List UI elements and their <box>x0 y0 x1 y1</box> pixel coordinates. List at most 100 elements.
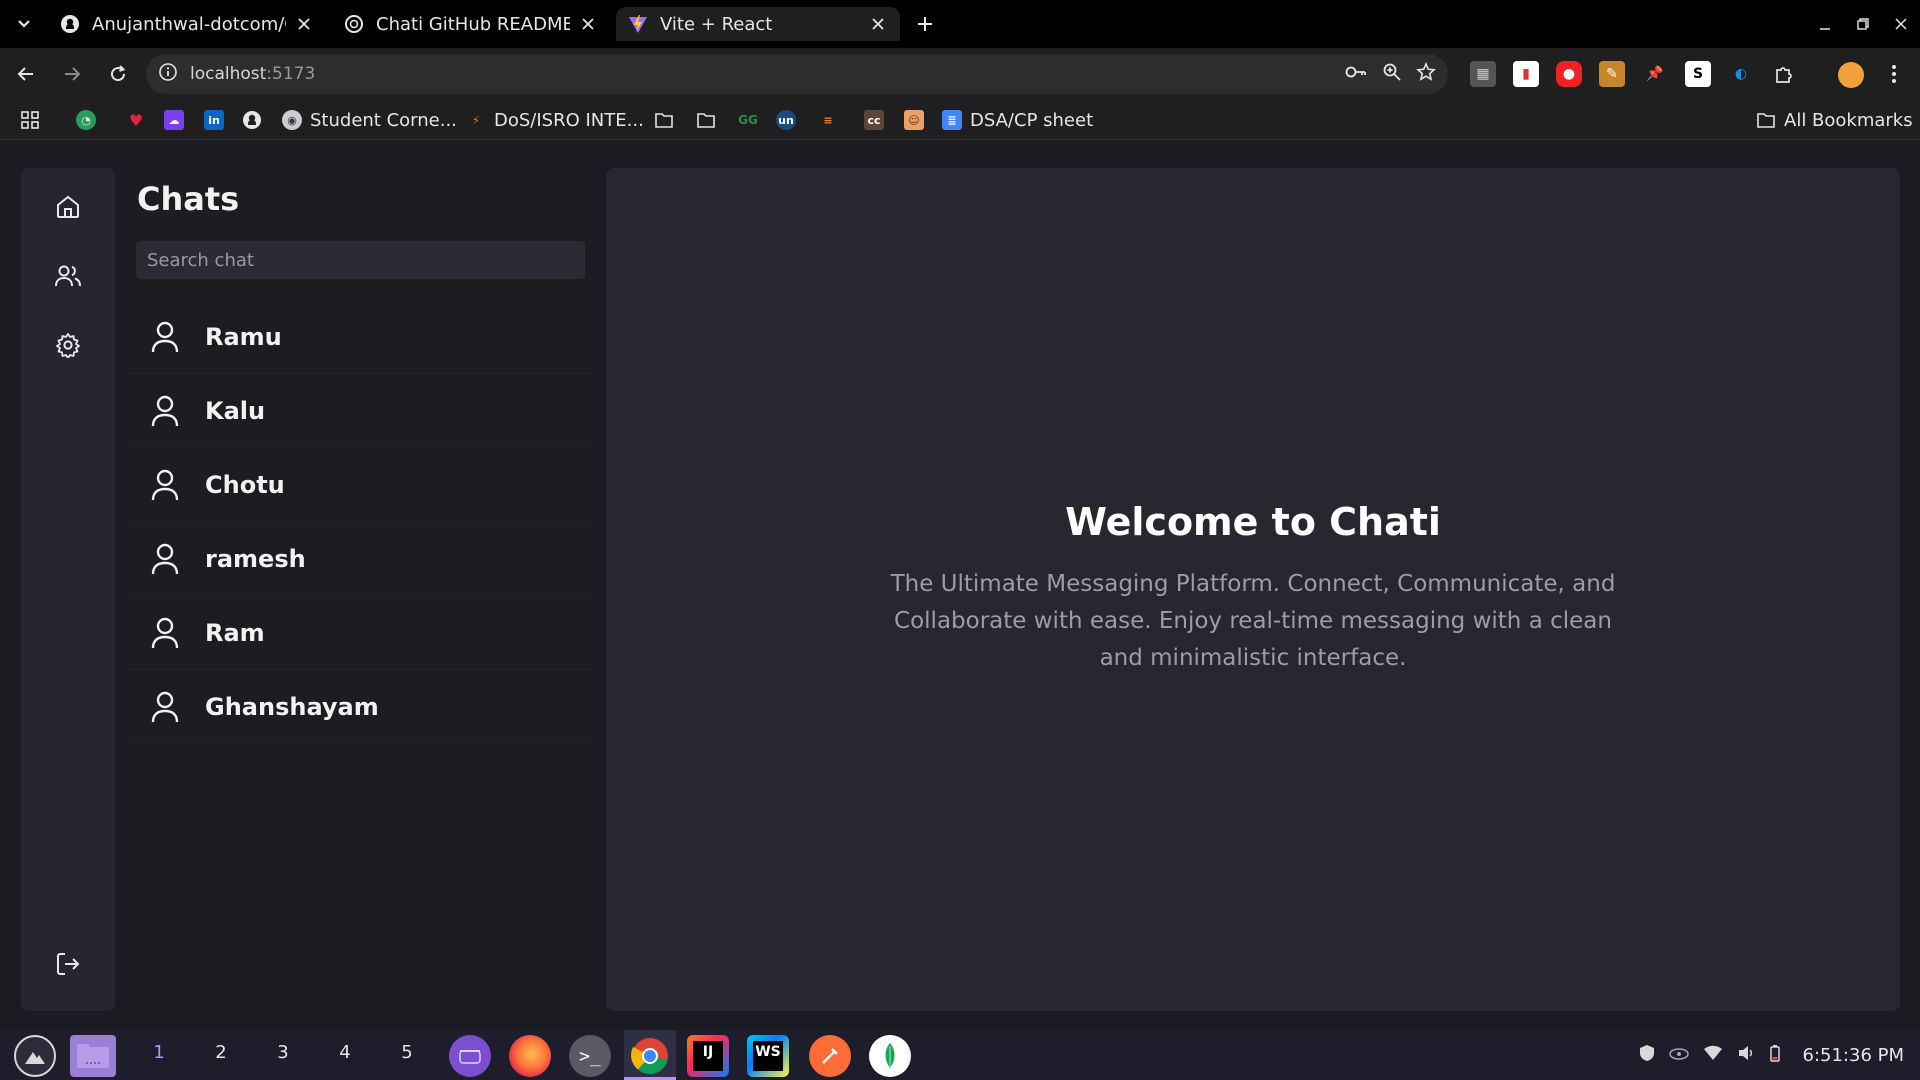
geeksforgeeks-icon[interactable]: GG <box>738 108 766 132</box>
folder-icon[interactable] <box>696 108 716 132</box>
extension-icon[interactable]: ◐ <box>1728 61 1754 87</box>
app-icon[interactable] <box>449 1035 491 1077</box>
wifi-icon[interactable] <box>1703 1045 1723 1065</box>
mongodb-compass-icon[interactable] <box>869 1035 911 1077</box>
forward-icon[interactable] <box>52 54 92 94</box>
welcome-subtitle: The Ultimate Messaging Platform. Connect… <box>890 571 1616 671</box>
logout-icon[interactable] <box>46 942 90 986</box>
postman-icon[interactable] <box>809 1035 851 1077</box>
site-info-icon[interactable] <box>158 62 178 86</box>
profile-avatar[interactable] <box>1838 62 1864 88</box>
extension-icon[interactable]: ✎ <box>1599 61 1625 87</box>
close-icon[interactable] <box>578 14 598 34</box>
more-menu-icon[interactable] <box>1882 60 1906 88</box>
all-bookmarks-label: All Bookmarks <box>1784 109 1913 131</box>
files-icon[interactable] <box>70 1035 116 1077</box>
password-key-icon[interactable] <box>1344 62 1368 86</box>
doc-icon: ≣ <box>942 110 962 130</box>
pin-icon[interactable]: 📌 <box>1642 61 1668 87</box>
zoom-icon[interactable] <box>1382 62 1402 86</box>
vite-icon <box>628 14 648 34</box>
network-adapter-icon[interactable] <box>1668 1046 1689 1065</box>
puzzle-icon[interactable] <box>1771 61 1797 87</box>
bookmark-icon[interactable]: ◔ <box>76 108 104 132</box>
stackoverflow-icon[interactable]: ≡ <box>818 108 846 132</box>
extension-icon[interactable]: ● <box>1556 61 1582 87</box>
github-icon[interactable] <box>242 108 262 132</box>
url-text: localhost:5173 <box>190 64 315 84</box>
chat-list-item[interactable]: Kalu <box>125 374 595 448</box>
new-tab-button[interactable] <box>912 11 938 37</box>
workspace-1[interactable]: 1 <box>149 1042 169 1063</box>
reload-icon[interactable] <box>98 54 138 94</box>
settings-icon[interactable] <box>46 323 90 367</box>
user-icon <box>147 317 183 357</box>
user-icon <box>147 539 183 579</box>
shield-icon[interactable] <box>1639 1044 1655 1066</box>
extension-icon[interactable]: ▦ <box>1470 61 1496 87</box>
chats-title: Chats <box>137 180 240 218</box>
user-icon <box>147 687 183 727</box>
bookmark-icon[interactable]: ♥ <box>126 108 154 132</box>
bookmark-icon[interactable]: ☁ <box>164 108 192 132</box>
folder-icon[interactable] <box>654 108 674 132</box>
apps-grid-icon[interactable] <box>20 108 40 132</box>
chat-list-item[interactable]: Ramu <box>125 300 595 374</box>
webstorm-icon[interactable]: WS <box>747 1035 789 1077</box>
workspace-2[interactable]: 2 <box>211 1042 231 1063</box>
workspace-3[interactable]: 3 <box>273 1042 293 1063</box>
chatgpt-icon <box>344 14 364 34</box>
minimize-icon[interactable] <box>1806 0 1844 48</box>
user-icon <box>147 391 183 431</box>
restore-icon[interactable] <box>1844 0 1882 48</box>
tab-vite-react[interactable]: Vite + React <box>616 7 900 41</box>
chrome-icon[interactable] <box>629 1035 671 1077</box>
extension-icon[interactable]: S <box>1685 61 1711 87</box>
launcher-icon[interactable] <box>14 1035 56 1077</box>
close-window-icon[interactable] <box>1882 0 1920 48</box>
workspace-5[interactable]: 5 <box>397 1042 417 1063</box>
bookmark-icon[interactable]: ☺ <box>904 108 932 132</box>
close-icon[interactable] <box>294 14 314 34</box>
clock[interactable]: 6:51:36 PM <box>1803 1045 1905 1066</box>
chat-list-item[interactable]: Ghanshayam <box>125 670 595 744</box>
terminal-icon[interactable]: >_ <box>569 1035 611 1077</box>
chat-name: ramesh <box>205 544 306 573</box>
welcome-panel: Welcome to Chati The Ultimate Messaging … <box>606 168 1900 1011</box>
bookmark-label: DoS/ISRO INTE... <box>494 109 644 131</box>
welcome-title: Welcome to Chati <box>1065 500 1441 544</box>
chat-list: Ramu Kalu Chotu ramesh Ram Ghanshayam <box>125 300 595 744</box>
globe-icon: ◉ <box>282 110 302 130</box>
search-chat-input[interactable] <box>136 241 585 279</box>
address-bar[interactable]: localhost:5173 <box>146 54 1448 94</box>
chat-list-item[interactable]: Ram <box>125 596 595 670</box>
linkedin-icon[interactable]: in <box>204 108 232 132</box>
close-icon[interactable] <box>868 14 888 34</box>
back-icon[interactable] <box>6 54 46 94</box>
users-icon[interactable] <box>46 254 90 298</box>
codechef-icon[interactable]: cc <box>864 108 892 132</box>
browser-tab-strip: Anujanthwal-dotcom/Ch Chati GitHub READM… <box>0 0 1920 48</box>
intellij-icon[interactable]: IJ <box>687 1035 729 1077</box>
bookmark-student-corner[interactable]: ◉ Student Corne... <box>282 108 457 132</box>
tab-github[interactable]: Anujanthwal-dotcom/Ch <box>48 7 326 41</box>
battery-icon[interactable] <box>1769 1044 1781 1066</box>
workspace-4[interactable]: 4 <box>335 1042 355 1063</box>
bookmark-isro[interactable]: ⚡ DoS/ISRO INTE... <box>466 108 644 132</box>
unstop-icon[interactable]: un <box>776 108 804 132</box>
chat-name: Ram <box>205 618 265 647</box>
bookmark-dsa-sheet[interactable]: ≣ DSA/CP sheet <box>942 108 1093 132</box>
tab-chatgpt[interactable]: Chati GitHub README Cr <box>332 7 610 41</box>
bookmark-star-icon[interactable] <box>1416 61 1436 86</box>
browser-toolbar: localhost:5173 ▦ ▮ ● ✎ 📌 S ◐ <box>0 48 1920 100</box>
extension-icon[interactable]: ▮ <box>1513 61 1539 87</box>
firefox-icon[interactable] <box>509 1035 551 1077</box>
home-icon[interactable] <box>46 185 90 229</box>
all-bookmarks-button[interactable]: All Bookmarks <box>1756 108 1913 132</box>
github-icon <box>60 14 80 34</box>
chat-list-item[interactable]: ramesh <box>125 522 595 596</box>
chat-list-item[interactable]: Chotu <box>125 448 595 522</box>
tab-search-chevron-icon[interactable] <box>0 0 48 48</box>
volume-icon[interactable] <box>1737 1045 1755 1065</box>
tab-title: Chati GitHub README Cr <box>376 13 571 35</box>
